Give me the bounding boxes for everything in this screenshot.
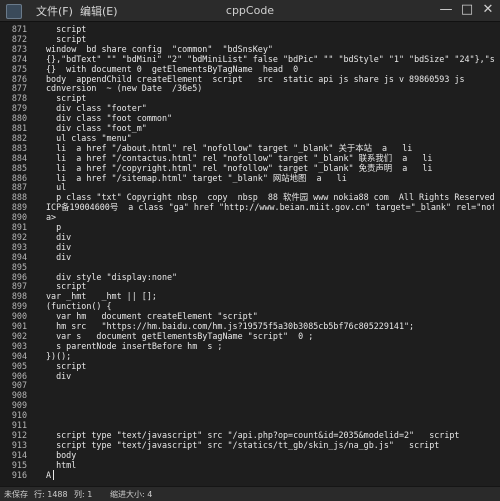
close-button[interactable]: ✕ bbox=[478, 1, 498, 19]
menu-edit[interactable]: 编辑(E) bbox=[80, 3, 118, 19]
window-title: cppCode bbox=[225, 4, 275, 17]
menu-file[interactable]: 文件(F) bbox=[36, 3, 73, 19]
status-bar: 未保存 行: 1488 列: 1 缩进大小: 4 bbox=[0, 486, 500, 501]
status-line: 行: 1488 bbox=[34, 490, 68, 499]
app-icon bbox=[6, 4, 22, 19]
status-column: 列: 1 bbox=[74, 490, 93, 499]
minimize-button[interactable]: — bbox=[436, 1, 456, 19]
app-window: 文件(F) 编辑(E) cppCode — □ ✕ 871 script 872 … bbox=[0, 0, 500, 501]
status-indent: 缩进大小: 4 bbox=[110, 490, 153, 499]
text-caret bbox=[53, 469, 54, 480]
status-encoding: 未保存 bbox=[4, 490, 28, 499]
maximize-button[interactable]: □ bbox=[457, 1, 477, 19]
vertical-scrollbar[interactable] bbox=[494, 22, 500, 486]
code-editor[interactable]: 871 script 872 script 873 window bd share c… bbox=[0, 22, 500, 486]
line-number: 916 bbox=[11, 469, 27, 480]
title-bar: 文件(F) 编辑(E) cppCode — □ ✕ bbox=[0, 0, 500, 22]
code-line[interactable]: 916 A bbox=[0, 470, 500, 481]
code-text[interactable]: A bbox=[46, 470, 51, 481]
